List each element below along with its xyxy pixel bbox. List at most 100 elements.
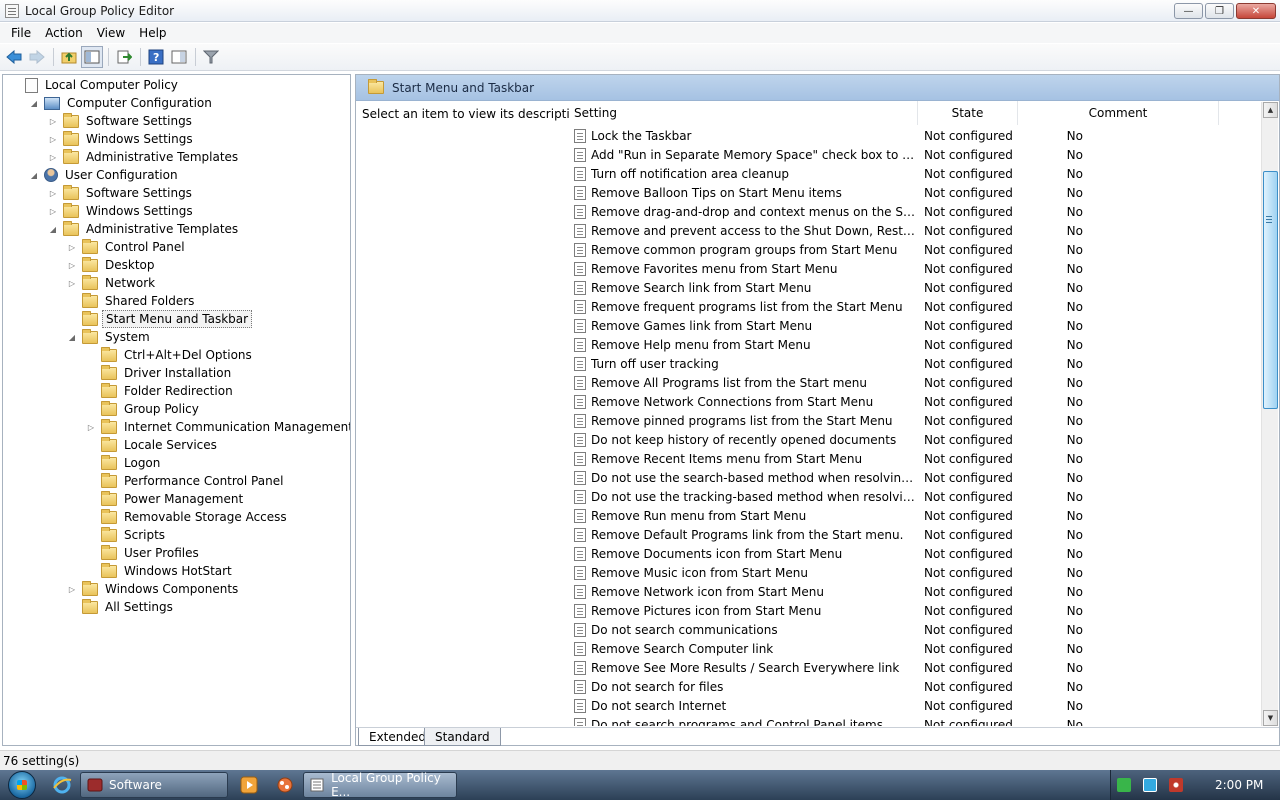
table-row[interactable]: Remove Games link from Start Menu Not con… bbox=[570, 316, 1260, 335]
tree-item[interactable]: Shared Folders bbox=[66, 292, 197, 310]
internet-explorer-icon[interactable] bbox=[44, 772, 80, 798]
scroll-down-arrow-icon[interactable]: ▼ bbox=[1263, 710, 1278, 726]
forward-arrow-icon[interactable] bbox=[26, 46, 48, 68]
tree-item[interactable]: ◢ Administrative Templates bbox=[47, 220, 241, 238]
table-row[interactable]: Do not keep history of recently opened d… bbox=[570, 430, 1260, 449]
scrollbar-thumb[interactable] bbox=[1263, 171, 1278, 409]
table-row[interactable]: Do not use the search-based method when … bbox=[570, 468, 1260, 487]
paint-icon[interactable] bbox=[267, 772, 303, 798]
table-row[interactable]: Remove Network icon from Start Menu Not c… bbox=[570, 582, 1260, 601]
tree-item[interactable]: ▷ Control Panel bbox=[66, 238, 188, 256]
expand-triangle-icon[interactable]: ▷ bbox=[85, 421, 97, 433]
table-row[interactable]: Remove common program groups from Start … bbox=[570, 240, 1260, 259]
table-row[interactable]: Remove Pictures icon from Start Menu Not … bbox=[570, 601, 1260, 620]
taskbar-item-gpedit[interactable]: Local Group Policy E... bbox=[303, 771, 457, 799]
tree-item[interactable]: Group Policy bbox=[85, 400, 202, 418]
table-row[interactable]: Do not search programs and Control Panel… bbox=[570, 715, 1260, 726]
media-player-icon[interactable] bbox=[231, 772, 267, 798]
tree-item[interactable]: Scripts bbox=[85, 526, 168, 544]
table-row[interactable]: Do not search for files Not configured No bbox=[570, 677, 1260, 696]
close-button[interactable]: ✕ bbox=[1236, 3, 1276, 19]
tree-item[interactable]: All Settings bbox=[66, 598, 176, 616]
menu-action[interactable]: Action bbox=[38, 26, 90, 40]
expand-triangle-icon[interactable]: ▷ bbox=[66, 259, 78, 271]
export-list-icon[interactable] bbox=[113, 46, 135, 68]
tree-item[interactable]: ▷ Windows Components bbox=[66, 580, 241, 598]
collapse-triangle-icon[interactable]: ◢ bbox=[66, 331, 78, 343]
collapse-triangle-icon[interactable]: ◢ bbox=[28, 169, 40, 181]
table-row[interactable]: Remove and prevent access to the Shut Do… bbox=[570, 221, 1260, 240]
tree-item[interactable]: Removable Storage Access bbox=[85, 508, 290, 526]
tree-item[interactable]: Folder Redirection bbox=[85, 382, 236, 400]
tree-item[interactable]: ▷ Administrative Templates bbox=[47, 148, 241, 166]
table-row[interactable]: Remove Help menu from Start Menu Not conf… bbox=[570, 335, 1260, 354]
action-center-icon[interactable] bbox=[1117, 778, 1131, 792]
table-row[interactable]: Remove Network Connections from Start Me… bbox=[570, 392, 1260, 411]
table-row[interactable]: Remove Balloon Tips on Start Menu items N… bbox=[570, 183, 1260, 202]
tree-item[interactable]: Power Management bbox=[85, 490, 246, 508]
table-row[interactable]: Remove pinned programs list from the Sta… bbox=[570, 411, 1260, 430]
table-row[interactable]: Remove See More Results / Search Everywh… bbox=[570, 658, 1260, 677]
help-icon[interactable]: ? bbox=[145, 46, 167, 68]
tree-item[interactable]: Logon bbox=[85, 454, 163, 472]
tree-item[interactable]: Windows HotStart bbox=[85, 562, 235, 580]
menu-help[interactable]: Help bbox=[132, 26, 173, 40]
tree-item[interactable]: ▷ Software Settings bbox=[47, 184, 195, 202]
tree-item[interactable]: ▷ Windows Settings bbox=[47, 130, 196, 148]
menu-file[interactable]: File bbox=[4, 26, 38, 40]
table-row[interactable]: Remove Search Computer link Not configure… bbox=[570, 639, 1260, 658]
table-row[interactable]: Add "Run in Separate Memory Space" check… bbox=[570, 145, 1260, 164]
collapse-triangle-icon[interactable]: ◢ bbox=[47, 223, 59, 235]
filter-icon[interactable] bbox=[200, 46, 222, 68]
tree-item[interactable]: ◢ User Configuration bbox=[28, 166, 181, 184]
table-row[interactable]: Remove Default Programs link from the St… bbox=[570, 525, 1260, 544]
scroll-up-arrow-icon[interactable]: ▲ bbox=[1263, 102, 1278, 118]
table-row[interactable]: Do not search communications Not configur… bbox=[570, 620, 1260, 639]
menu-view[interactable]: View bbox=[90, 26, 132, 40]
column-header-state[interactable]: State bbox=[918, 101, 1018, 125]
policy-tree-pane[interactable]: Local Computer Policy ◢ Computer Configura… bbox=[2, 74, 351, 746]
table-row[interactable]: Remove Music icon from Start Menu Not con… bbox=[570, 563, 1260, 582]
collapse-triangle-icon[interactable]: ◢ bbox=[28, 97, 40, 109]
table-row[interactable]: Remove Recent Items menu from Start Menu… bbox=[570, 449, 1260, 468]
table-row[interactable]: Turn off user tracking Not configured No bbox=[570, 354, 1260, 373]
tree-item[interactable]: ◢ Computer Configuration bbox=[28, 94, 215, 112]
start-button[interactable] bbox=[0, 770, 44, 800]
tree-item[interactable]: Ctrl+Alt+Del Options bbox=[85, 346, 255, 364]
tab-standard[interactable]: Standard bbox=[424, 728, 501, 746]
tree-item[interactable]: ◢ System bbox=[66, 328, 153, 346]
tree-item[interactable]: Driver Installation bbox=[85, 364, 234, 382]
expand-triangle-icon[interactable]: ▷ bbox=[66, 241, 78, 253]
volume-icon[interactable] bbox=[1169, 778, 1183, 792]
table-row[interactable]: Remove drag-and-drop and context menus o… bbox=[570, 202, 1260, 221]
tree-item[interactable]: Local Computer Policy bbox=[9, 76, 181, 94]
tree-item[interactable]: ▷ Software Settings bbox=[47, 112, 195, 130]
table-row[interactable]: Remove Search link from Start Menu Not co… bbox=[570, 278, 1260, 297]
tree-item[interactable]: Locale Services bbox=[85, 436, 220, 454]
column-header-comment[interactable]: Comment bbox=[1018, 101, 1219, 125]
tree-item[interactable]: User Profiles bbox=[85, 544, 202, 562]
tree-item[interactable]: Performance Control Panel bbox=[85, 472, 286, 490]
table-row[interactable]: Remove frequent programs list from the S… bbox=[570, 297, 1260, 316]
expand-triangle-icon[interactable]: ▷ bbox=[66, 583, 78, 595]
tree-item[interactable]: ▷ Desktop bbox=[66, 256, 158, 274]
expand-triangle-icon[interactable]: ▷ bbox=[66, 277, 78, 289]
show-hide-tree-icon[interactable] bbox=[81, 46, 103, 68]
taskbar-item-software[interactable]: Software bbox=[80, 772, 228, 798]
up-folder-icon[interactable] bbox=[58, 46, 80, 68]
back-arrow-icon[interactable] bbox=[3, 46, 25, 68]
table-row[interactable]: Remove All Programs list from the Start … bbox=[570, 373, 1260, 392]
vertical-scrollbar[interactable]: ▲ ▼ bbox=[1261, 102, 1278, 726]
tree-item[interactable]: Start Menu and Taskbar bbox=[66, 310, 253, 328]
table-row[interactable]: Remove Favorites menu from Start Menu Not… bbox=[570, 259, 1260, 278]
tree-item[interactable]: ▷ Network bbox=[66, 274, 158, 292]
clock[interactable]: 2:00 PM bbox=[1215, 778, 1263, 792]
table-row[interactable]: Do not use the tracking-based method whe… bbox=[570, 487, 1260, 506]
column-header-setting[interactable]: Setting bbox=[570, 101, 918, 125]
table-row[interactable]: Turn off notification area cleanup Not co… bbox=[570, 164, 1260, 183]
expand-triangle-icon[interactable]: ▷ bbox=[47, 187, 59, 199]
tree-item[interactable]: ▷ Internet Communication Management bbox=[85, 418, 350, 436]
network-icon[interactable] bbox=[1143, 778, 1157, 792]
table-row[interactable]: Remove Run menu from Start Menu Not confi… bbox=[570, 506, 1260, 525]
expand-triangle-icon[interactable]: ▷ bbox=[47, 133, 59, 145]
